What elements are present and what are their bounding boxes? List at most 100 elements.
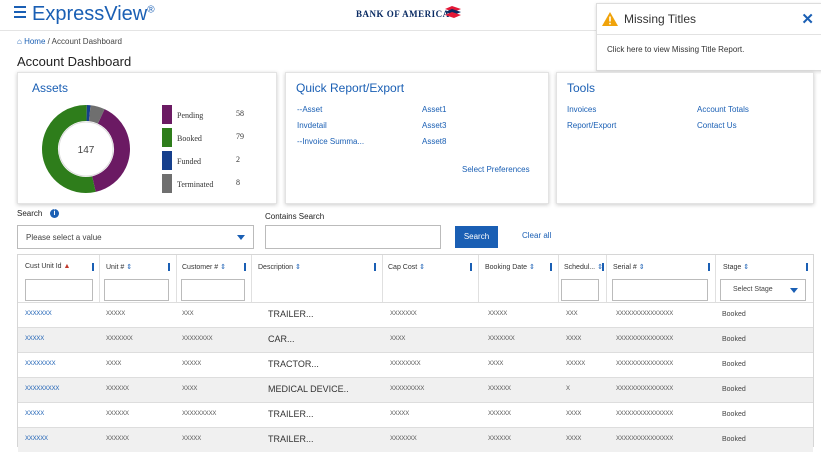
missing-titles-notification[interactable]: Missing Titles ✕ Click here to view Miss… [596, 3, 821, 71]
select-preferences-link[interactable]: Select Preferences [462, 165, 530, 174]
breadcrumb: ⌂ Home / Account Dashboard [17, 37, 122, 46]
cell-cust-unit-id[interactable]: XXXXX [25, 411, 44, 417]
stage-filter-select[interactable]: Select Stage [720, 279, 806, 301]
column-header-label: Schedul... [564, 264, 596, 271]
close-icon[interactable]: ✕ [801, 10, 814, 28]
sort-icon[interactable]: ⇕ [419, 264, 425, 271]
column-header-label: Customer # [182, 264, 219, 271]
clear-all-link[interactable]: Clear all [522, 231, 551, 240]
page-title: Account Dashboard [17, 54, 132, 69]
brand-mark: ® [147, 4, 155, 16]
legend-label-pending: Pending [177, 111, 204, 120]
table-row[interactable]: XXXXXXXXX XXXXXX XXXX MEDICAL DEVICE.. XXXXX… [18, 377, 813, 402]
cell-cap-cost: XXXX [390, 336, 406, 342]
table-row[interactable]: XXXXX XXXXXX XXXXXXXXX TRAILER... XXXXX XXXXX… [18, 402, 813, 427]
column-header-cap-cost[interactable]: Cap Cost ⇕ [388, 263, 425, 271]
filter-input-cust-unit-id[interactable] [25, 279, 93, 301]
quick-report-link-invoice-summary[interactable]: --Invoice Summa... [297, 137, 364, 146]
filter-input-schedule[interactable] [561, 279, 599, 301]
cell-unit-number: XXXX [106, 361, 122, 367]
column-header-label: Stage [723, 264, 742, 271]
column-header-cust-unit-id[interactable]: Cust Unit Id ▲ [25, 263, 70, 270]
legend-label-booked: Booked [177, 134, 202, 143]
cell-cust-unit-id[interactable]: XXXXXX [25, 436, 48, 442]
filter-input-customer-number[interactable] [181, 279, 245, 301]
column-divider [176, 255, 177, 302]
column-header-serial-number[interactable]: Serial # ⇕ [613, 263, 645, 271]
sort-icon[interactable]: ⇕ [126, 264, 132, 271]
breadcrumb-separator: / [47, 37, 50, 46]
cell-stage: Booked [722, 336, 746, 343]
column-resize-handle[interactable] [244, 263, 246, 271]
cell-stage: Booked [722, 311, 746, 318]
bank-name: BANK OF AMERICA [356, 9, 450, 19]
missing-title-report-link[interactable]: Click here to view Missing Title Report. [607, 45, 744, 54]
cell-cap-cost: XXXXX [390, 411, 410, 417]
cell-cust-unit-id[interactable]: XXXXXXXXX [25, 386, 59, 392]
column-divider [558, 255, 559, 302]
cell-unit-number: XXXXXX [106, 436, 129, 442]
sort-icon[interactable]: ⇕ [639, 264, 645, 271]
column-divider [606, 255, 607, 302]
cell-cust-unit-id[interactable]: XXXXX [25, 336, 44, 342]
quick-report-link-asset8[interactable]: Asset8 [422, 137, 446, 146]
cell-customer-number: XXXXX [182, 436, 202, 442]
quick-report-link-asset[interactable]: --Asset [297, 105, 322, 114]
tools-link-report-export[interactable]: Report/Export [567, 121, 616, 130]
column-divider [382, 255, 383, 302]
hamburger-menu-icon[interactable] [14, 6, 26, 21]
column-header-customer-number[interactable]: Customer # ⇕ [182, 263, 226, 271]
table-row[interactable]: XXXXX XXXXXXX XXXXXXXX CAR... XXXX XXXXXXX XXX… [18, 327, 813, 352]
column-resize-handle[interactable] [92, 263, 94, 271]
quick-report-link-invdetail[interactable]: Invdetail [297, 121, 327, 130]
column-resize-handle[interactable] [806, 263, 808, 271]
column-header-unit-number[interactable]: Unit # ⇕ [106, 263, 132, 271]
cell-cust-unit-id[interactable]: XXXXXXXX [25, 361, 56, 367]
search-button[interactable]: Search [455, 226, 498, 248]
column-resize-handle[interactable] [168, 263, 170, 271]
column-resize-handle[interactable] [550, 263, 552, 271]
sort-icon[interactable]: ⇕ [220, 264, 226, 271]
sort-asc-icon[interactable]: ▲ [64, 263, 71, 270]
column-header-booking-date[interactable]: Booking Date ⇕ [485, 263, 535, 271]
cell-serial-number: XXXXXXXXXXXXXXX [616, 386, 674, 392]
filter-input-unit-number[interactable] [104, 279, 169, 301]
search-field-select[interactable]: Please select a value [17, 225, 254, 249]
column-header-schedule[interactable]: Schedul... ⇕ [564, 263, 603, 271]
quick-report-link-asset3[interactable]: Asset3 [422, 121, 446, 130]
tools-link-contact-us[interactable]: Contact Us [697, 121, 737, 130]
sort-icon[interactable]: ⇕ [529, 264, 535, 271]
contains-search-input[interactable] [265, 225, 441, 249]
brand-logo[interactable]: ExpressView® [32, 3, 155, 26]
column-header-description[interactable]: Description ⇕ [258, 263, 301, 271]
quick-report-card: Quick Report/Export --Asset Invdetail --… [285, 72, 549, 204]
quick-report-link-asset1[interactable]: Asset1 [422, 105, 446, 114]
cell-cust-unit-id[interactable]: XXXXXXX [25, 311, 52, 317]
sort-icon[interactable]: ⇕ [295, 264, 301, 271]
cell-schedule: XXXX [566, 336, 582, 342]
legend-value-terminated: 8 [236, 178, 240, 187]
filter-input-serial-number[interactable] [612, 279, 708, 301]
breadcrumb-home[interactable]: Home [24, 37, 45, 46]
tools-link-account-totals[interactable]: Account Totals [697, 105, 749, 114]
home-icon[interactable]: ⌂ [17, 37, 22, 46]
table-row[interactable]: XXXXXX XXXXXX XXXXX TRAILER... XXXXXXX XXXXXX… [18, 427, 813, 452]
assets-card: Assets 147 Pending 58 Booked 79 Funded 2 Te… [17, 72, 277, 204]
info-icon[interactable]: i [50, 209, 59, 218]
cell-description: TRAILER... [268, 409, 314, 419]
chevron-down-icon [237, 235, 245, 240]
sort-icon[interactable]: ⇕ [743, 264, 749, 271]
cell-schedule: XXXX [566, 436, 582, 442]
cell-description: MEDICAL DEVICE.. [268, 384, 349, 394]
column-header-stage[interactable]: Stage ⇕ [723, 263, 749, 271]
column-resize-handle[interactable] [374, 263, 376, 271]
cell-serial-number: XXXXXXXXXXXXXXX [616, 411, 674, 417]
column-resize-handle[interactable] [708, 263, 710, 271]
tools-link-invoices[interactable]: Invoices [567, 105, 596, 114]
tools-title: Tools [567, 81, 596, 95]
table-row[interactable]: XXXXXXX XXXXX XXX TRAILER... XXXXXXX XXXXX XXX… [18, 302, 813, 327]
assets-title: Assets [32, 81, 69, 95]
column-resize-handle[interactable] [470, 263, 472, 271]
table-row[interactable]: XXXXXXXX XXXX XXXXX TRACTOR... XXXXXXXX XXXX X… [18, 352, 813, 377]
column-resize-handle[interactable] [602, 263, 604, 271]
